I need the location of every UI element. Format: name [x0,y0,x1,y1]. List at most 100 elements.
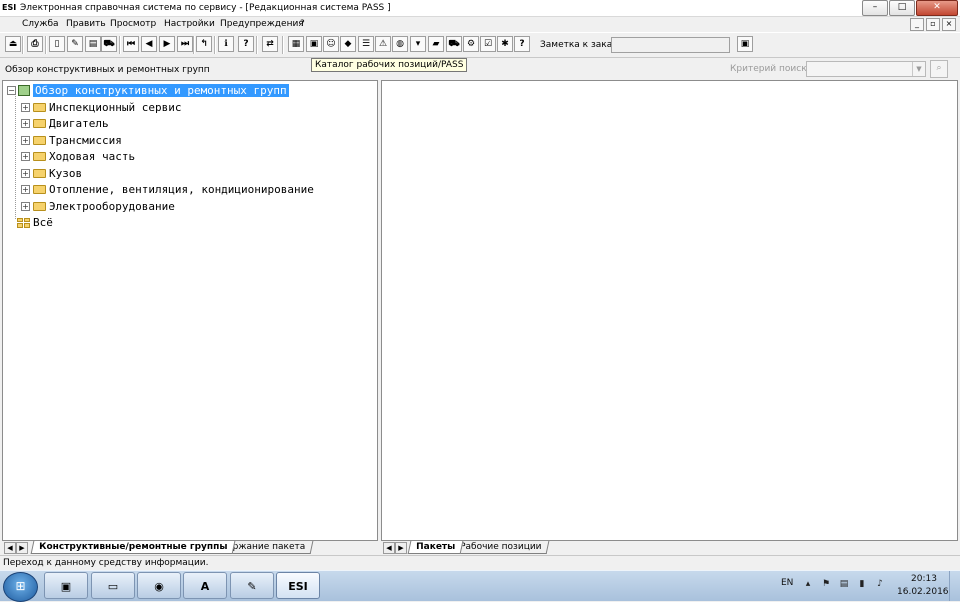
tree-item[interactable]: + Отопление, вентиляция, кондиционирован… [21,182,314,197]
grid-icon[interactable]: ▣ [306,36,322,52]
edit-doc-icon[interactable]: ✎ [67,36,83,52]
tab-scroll-left-icon[interactable]: ◀ [4,542,16,554]
tab-work-positions[interactable]: Рабочие позиции [451,541,550,554]
package-icon[interactable]: ◆ [340,36,356,52]
tab-construction-groups[interactable]: Конструктивные/ремонтные группы [30,541,236,554]
window-titlebar[interactable]: ESI Электронная справочная система по се… [0,0,960,17]
clock-date[interactable]: 16.02.2016 [897,587,949,597]
tray-device-icon[interactable]: ▤ [838,579,850,589]
taskbar-app-archive[interactable]: ▣ [44,572,88,599]
tab-scroll-right-icon[interactable]: ▶ [16,542,28,554]
car-service-icon[interactable]: ⛟ [446,36,462,52]
minimize-button[interactable]: – [862,0,888,16]
info-icon[interactable]: ℹ [218,36,234,52]
chevron-down-icon[interactable]: ▼ [912,62,925,76]
tab-packages[interactable]: Пакеты [407,541,464,554]
search-button[interactable]: ⌕ [930,60,948,78]
expand-icon[interactable]: + [21,119,30,128]
clock-time[interactable]: 20:13 [911,574,937,584]
tree-item-all[interactable]: Всё [17,215,53,230]
menu-service[interactable]: Служба [22,19,59,29]
search-criteria-select[interactable]: ▼ [806,61,926,77]
first-icon[interactable]: ⏮ [123,36,139,52]
menu-settings[interactable]: Настройки [164,19,215,29]
expand-icon[interactable]: + [21,102,30,112]
tree-item-label[interactable]: Трансмиссия [49,134,122,147]
expand-icon[interactable]: + [21,152,30,161]
exit-icon[interactable]: ⏏ [5,36,21,52]
checklist-icon[interactable]: ☑ [480,36,496,52]
order-note-input[interactable] [611,37,730,53]
mdi-minimize-button[interactable]: _ [910,18,924,31]
expand-icon[interactable]: + [21,168,30,178]
green-book-icon[interactable]: ▰ [428,36,444,52]
new-doc-icon[interactable]: ▯ [49,36,65,52]
tree-item-label[interactable]: Ходовая часть [49,150,135,163]
tray-volume-icon[interactable]: ♪ [874,579,886,589]
tree-item[interactable]: + Ходовая часть [21,149,135,164]
tab-scroll-left-icon[interactable]: ◀ [383,542,395,554]
mdi-close-button[interactable]: × [942,18,956,31]
help-doc-icon[interactable]: ? [514,36,530,52]
tree-item[interactable]: + Трансмиссия [21,133,122,148]
menu-edit[interactable]: Править [66,19,106,29]
close-button[interactable]: ✕ [916,0,958,16]
expand-icon[interactable]: + [21,135,30,145]
tree-item[interactable]: + Кузов [21,166,82,181]
next-icon[interactable]: ▶ [159,36,175,52]
tree-item-label[interactable]: Электрооборудование [49,200,175,213]
basket-icon[interactable]: ▾ [410,36,426,52]
swap-icon[interactable]: ⇄ [262,36,278,52]
collapse-icon[interactable]: − [7,86,16,95]
tab-scroll-right-icon[interactable]: ▶ [395,542,407,554]
tree-item-label[interactable]: Отопление, вентиляция, кондиционирование [49,183,314,196]
list-icon[interactable]: ☰ [358,36,374,52]
taskbar-app-acrobat[interactable]: A [183,572,227,599]
tree-item-label[interactable]: Двигатель [49,117,109,130]
tree-item[interactable]: + Электрооборудование [21,199,175,214]
menu-help[interactable]: ? [300,19,305,29]
tree-item[interactable]: + Двигатель [21,116,109,131]
tree-item-label[interactable]: Инспекционный сервис [49,101,181,114]
taskbar-app-firefox[interactable]: ◉ [137,572,181,599]
content-pane[interactable] [381,80,958,541]
tray-expand-icon[interactable]: ▴ [802,579,814,589]
mechanic-icon[interactable]: ⚙ [463,36,479,52]
tree-item-label[interactable]: Кузов [49,167,82,180]
person-icon[interactable]: ☺ [323,36,339,52]
taskbar-app-explorer[interactable]: ▭ [91,572,135,599]
menu-warnings[interactable]: Предупреждения [220,19,304,29]
tree-root[interactable]: − Обзор конструктивных и ремонтных групп [7,83,289,98]
language-indicator[interactable]: EN [781,578,793,588]
tray-flag-icon[interactable]: ⚑ [820,579,832,589]
folder-icon [33,168,46,178]
menu-view[interactable]: Просмотр [110,19,156,29]
expand-icon[interactable]: + [21,201,30,211]
maximize-button[interactable]: □ [889,0,915,16]
mdi-restore-button[interactable]: ▫ [926,18,940,31]
settings-icon[interactable]: ✱ [497,36,513,52]
taskbar-app-esi[interactable]: ESI [276,572,320,599]
show-desktop-button[interactable] [949,571,960,601]
work-positions-catalog-icon[interactable]: ▦ [288,36,304,52]
clipboard-icon[interactable]: ▤ [85,36,101,52]
mdi-controls: _ ▫ × [910,18,956,31]
start-button[interactable]: ⊞ [3,572,38,602]
tree-item[interactable]: + Инспекционный сервис [21,100,181,115]
tree-item-label[interactable]: Всё [33,216,53,229]
help-icon[interactable]: ? [238,36,254,52]
print-icon[interactable]: ⎙ [27,36,43,52]
tree-root-label[interactable]: Обзор конструктивных и ремонтных групп [33,84,289,97]
car-icon[interactable]: ⛟ [101,36,117,52]
warning-icon[interactable]: ⚠ [375,36,391,52]
expand-icon[interactable]: + [21,185,30,194]
order-note-button[interactable]: ▣ [737,36,753,52]
last-icon[interactable]: ⏭ [177,36,193,52]
globe-icon[interactable]: ◍ [392,36,408,52]
tray-signal-icon[interactable]: ▮ [856,579,868,589]
prev-icon[interactable]: ◀ [141,36,157,52]
tree-pane[interactable]: − Обзор конструктивных и ремонтных групп… [2,80,378,541]
taskbar-app-paint[interactable]: ✎ [230,572,274,599]
up-level-icon[interactable]: ↰ [196,36,212,52]
toolbar-separator [282,36,284,54]
